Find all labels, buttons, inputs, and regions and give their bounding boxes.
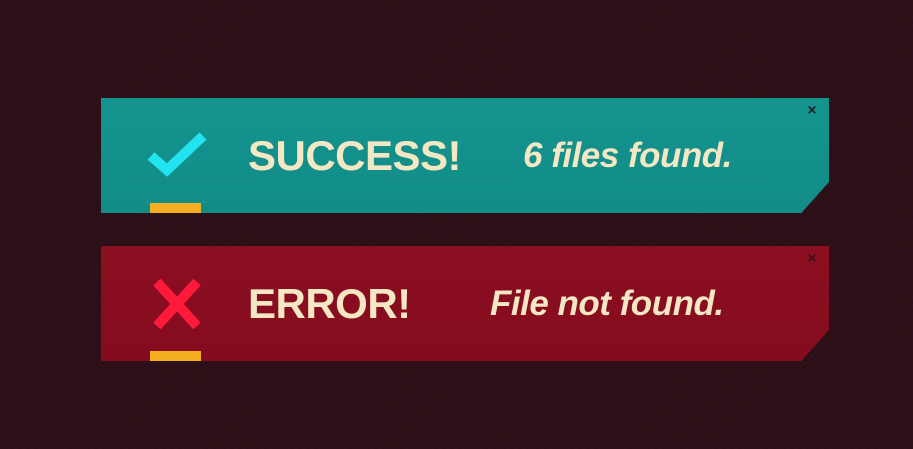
error-alert: × ERROR! File not found. bbox=[101, 246, 829, 361]
success-alert: × SUCCESS! 6 files found. bbox=[101, 98, 829, 213]
close-icon[interactable]: × bbox=[805, 252, 819, 266]
accent-bar bbox=[150, 203, 201, 213]
accent-bar bbox=[150, 351, 201, 361]
close-icon[interactable]: × bbox=[805, 104, 819, 118]
alert-message: File not found. bbox=[490, 283, 724, 323]
alert-title: SUCCESS! bbox=[248, 131, 462, 179]
alert-message: 6 files found. bbox=[523, 135, 732, 175]
notification-page: { "alerts": { "success": { "status_icon"… bbox=[0, 0, 913, 449]
alert-title: ERROR! bbox=[248, 279, 411, 327]
checkmark-icon bbox=[145, 130, 209, 182]
x-mark-icon bbox=[145, 278, 209, 330]
